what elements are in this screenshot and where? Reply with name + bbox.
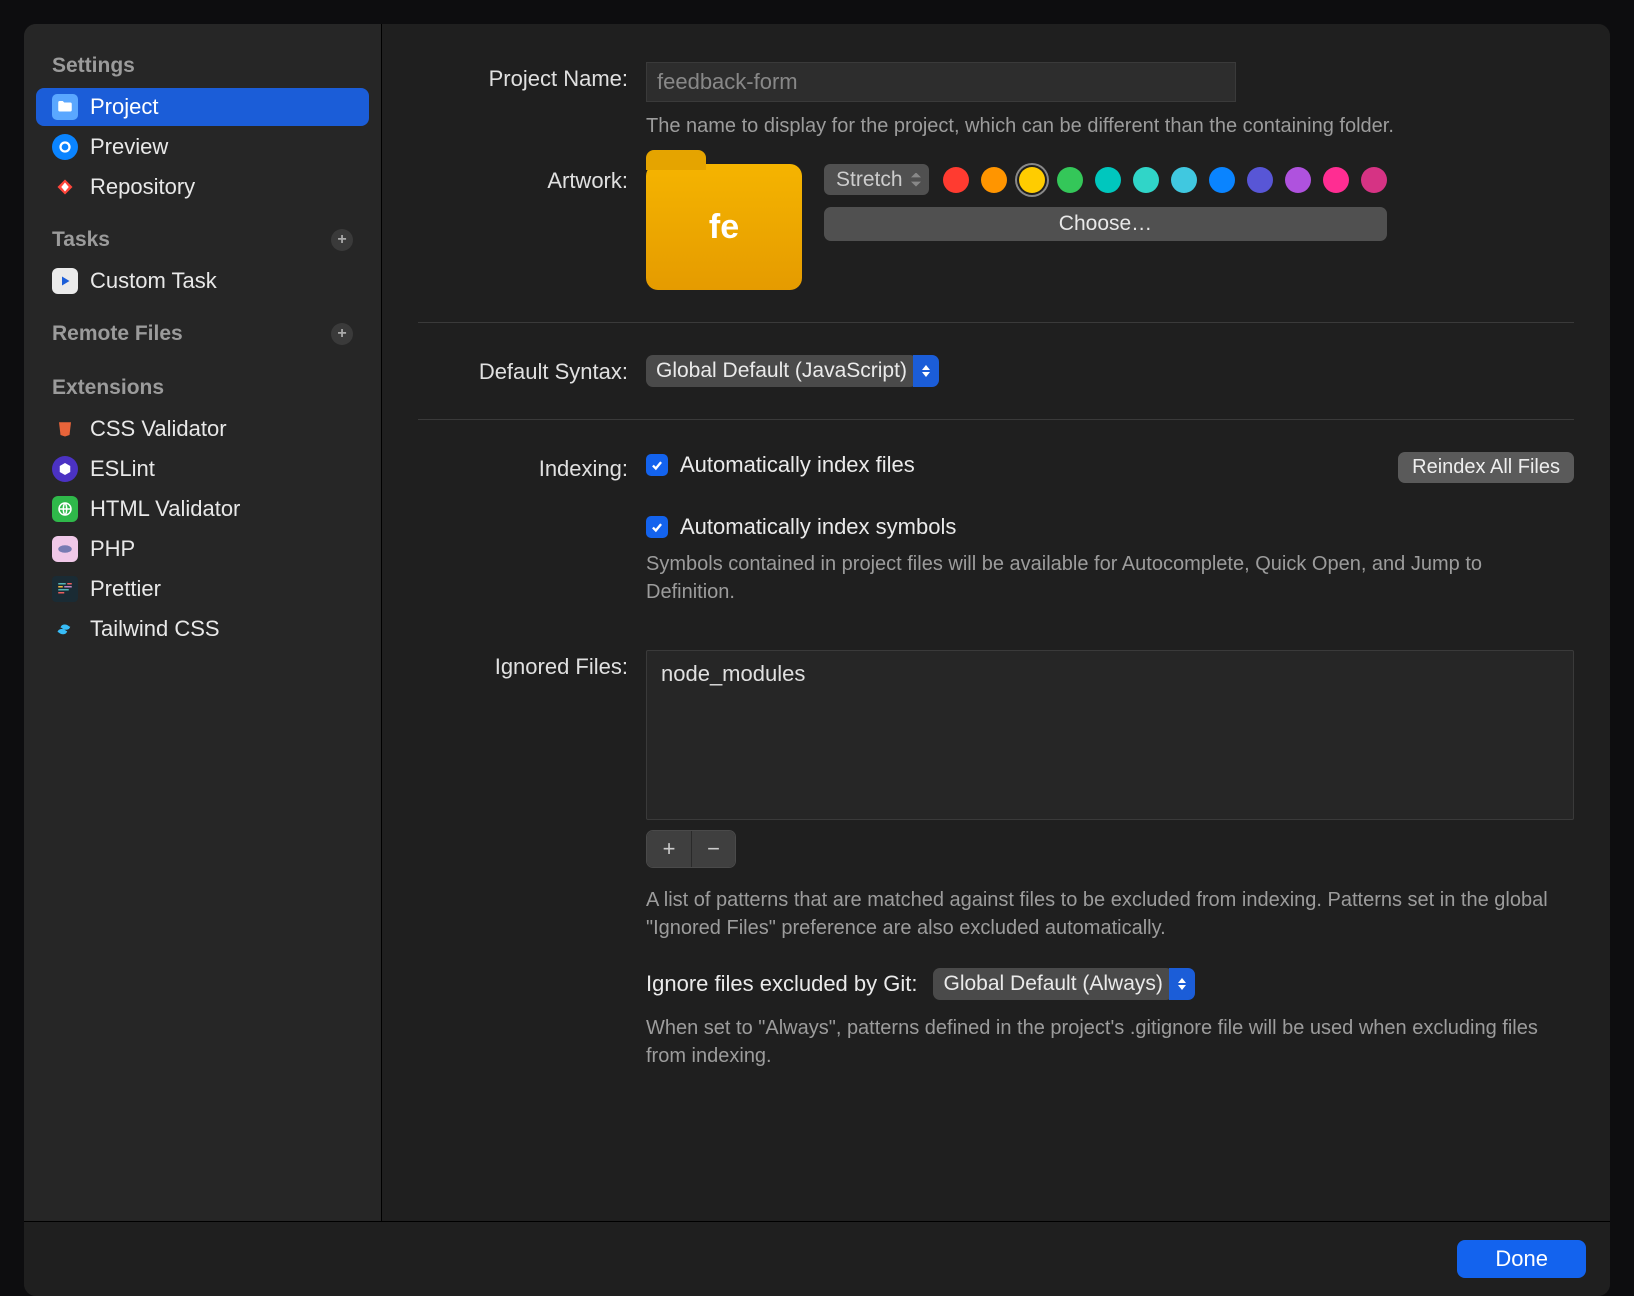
sidebar-item-repository[interactable]: Repository xyxy=(36,168,369,206)
sidebar-item-html-validator[interactable]: HTML Validator xyxy=(36,490,369,528)
sidebar-item-php[interactable]: PHP xyxy=(36,530,369,568)
artwork-abbrev: fe xyxy=(709,208,739,247)
sidebar-item-css-validator[interactable]: CSS Validator xyxy=(36,410,369,448)
git-ignore-select[interactable]: Global Default (Always) xyxy=(933,968,1194,1000)
sidebar-item-label: HTML Validator xyxy=(90,496,240,522)
css-validator-icon xyxy=(52,416,78,442)
divider xyxy=(418,322,1574,323)
sidebar-item-prettier[interactable]: Prettier xyxy=(36,570,369,608)
sidebar-section-remote: Remote Files + xyxy=(36,314,369,354)
html-validator-icon xyxy=(52,496,78,522)
index-files-checkbox[interactable] xyxy=(646,454,668,476)
project-name-label: Project Name: xyxy=(418,62,628,92)
artwork-stretch-select[interactable]: Stretch xyxy=(824,164,929,195)
ignored-files-help: A list of patterns that are matched agai… xyxy=(646,886,1574,942)
project-name-input[interactable] xyxy=(646,62,1236,102)
color-swatch[interactable] xyxy=(1019,167,1045,193)
sidebar-item-label: ESLint xyxy=(90,456,155,482)
artwork-label: Artwork: xyxy=(418,164,628,194)
play-icon xyxy=(52,268,78,294)
artwork-preview: fe xyxy=(646,164,802,290)
indexing-row: Indexing: Automatically index files Rein… xyxy=(418,440,1574,618)
ignored-files-item[interactable]: node_modules xyxy=(661,661,1559,687)
sidebar-item-label: Tailwind CSS xyxy=(90,616,220,642)
ignored-files-row: Ignored Files: node_modules + − A list o… xyxy=(418,638,1574,1082)
reindex-button[interactable]: Reindex All Files xyxy=(1398,452,1574,483)
artwork-row: Artwork: fe Stretch xyxy=(418,152,1574,302)
sidebar-item-label: CSS Validator xyxy=(90,416,227,442)
sidebar-item-project[interactable]: Project xyxy=(36,88,369,126)
sidebar-section-settings: Settings xyxy=(36,46,369,86)
sidebar-item-preview[interactable]: Preview xyxy=(36,128,369,166)
index-files-label: Automatically index files xyxy=(680,452,915,478)
sidebar-section-settings-label: Settings xyxy=(52,54,135,78)
sidebar-item-custom-task[interactable]: Custom Task xyxy=(36,262,369,300)
git-ignore-value: Global Default (Always) xyxy=(933,968,1172,1000)
eslint-icon xyxy=(52,456,78,482)
chevrons-up-down-icon xyxy=(913,355,939,387)
sidebar-item-tailwind[interactable]: Tailwind CSS xyxy=(36,610,369,648)
ignored-files-list[interactable]: node_modules xyxy=(646,650,1574,820)
php-icon xyxy=(52,536,78,562)
settings-sidebar: Settings Project Preview Repository xyxy=(24,24,382,1221)
index-symbols-help: Symbols contained in project files will … xyxy=(646,550,1574,606)
ignored-files-label: Ignored Files: xyxy=(418,650,628,680)
sidebar-section-extensions: Extensions xyxy=(36,368,369,408)
done-button[interactable]: Done xyxy=(1457,1240,1586,1278)
color-swatch[interactable] xyxy=(1323,167,1349,193)
git-ignore-help: When set to "Always", patterns defined i… xyxy=(646,1014,1574,1070)
default-syntax-label: Default Syntax: xyxy=(418,355,628,385)
color-swatch[interactable] xyxy=(1133,167,1159,193)
color-swatch[interactable] xyxy=(981,167,1007,193)
tailwind-icon xyxy=(52,616,78,642)
sidebar-item-label: PHP xyxy=(90,536,135,562)
sidebar-section-remote-label: Remote Files xyxy=(52,322,183,346)
project-name-row: Project Name: The name to display for th… xyxy=(418,50,1574,152)
window-body: Settings Project Preview Repository xyxy=(24,24,1610,1221)
color-swatch[interactable] xyxy=(1361,167,1387,193)
default-syntax-row: Default Syntax: Global Default (JavaScri… xyxy=(418,343,1574,399)
add-ignored-button[interactable]: + xyxy=(647,831,691,867)
index-symbols-label: Automatically index symbols xyxy=(680,514,956,540)
sidebar-item-label: Prettier xyxy=(90,576,161,602)
git-ignore-row: Ignore files excluded by Git: Global Def… xyxy=(646,968,1574,1000)
preview-icon xyxy=(52,134,78,160)
window-footer: Done xyxy=(24,1221,1610,1296)
color-swatch[interactable] xyxy=(1209,167,1235,193)
repository-icon xyxy=(52,174,78,200)
add-task-button[interactable]: + xyxy=(331,229,353,251)
sidebar-section-tasks-label: Tasks xyxy=(52,228,110,252)
sidebar-item-label: Project xyxy=(90,94,158,120)
default-syntax-select[interactable]: Global Default (JavaScript) xyxy=(646,355,939,387)
sidebar-item-eslint[interactable]: ESLint xyxy=(36,450,369,488)
artwork-color-swatches xyxy=(943,167,1387,193)
color-swatch[interactable] xyxy=(1247,167,1273,193)
remove-ignored-button[interactable]: − xyxy=(691,831,735,867)
add-remote-button[interactable]: + xyxy=(331,323,353,345)
settings-window: Settings Project Preview Repository xyxy=(24,24,1610,1296)
sidebar-item-label: Custom Task xyxy=(90,268,217,294)
color-swatch[interactable] xyxy=(1285,167,1311,193)
artwork-choose-button[interactable]: Choose… xyxy=(824,207,1387,241)
indexing-label: Indexing: xyxy=(418,452,628,482)
chevrons-up-down-icon xyxy=(1169,968,1195,1000)
sidebar-section-extensions-label: Extensions xyxy=(52,376,164,400)
sidebar-item-label: Preview xyxy=(90,134,168,160)
divider xyxy=(418,419,1574,420)
project-name-help: The name to display for the project, whi… xyxy=(646,112,1574,140)
folder-icon xyxy=(52,94,78,120)
sidebar-item-label: Repository xyxy=(90,174,195,200)
git-ignore-label: Ignore files excluded by Git: xyxy=(646,971,917,997)
default-syntax-value: Global Default (JavaScript) xyxy=(646,355,917,387)
settings-main-content: Project Name: The name to display for th… xyxy=(382,24,1610,1221)
color-swatch[interactable] xyxy=(1057,167,1083,193)
index-symbols-checkbox[interactable] xyxy=(646,516,668,538)
color-swatch[interactable] xyxy=(1171,167,1197,193)
color-swatch[interactable] xyxy=(943,167,969,193)
color-swatch[interactable] xyxy=(1095,167,1121,193)
prettier-icon xyxy=(52,576,78,602)
sidebar-section-tasks: Tasks + xyxy=(36,220,369,260)
ignored-files-actions: + − xyxy=(646,830,736,868)
